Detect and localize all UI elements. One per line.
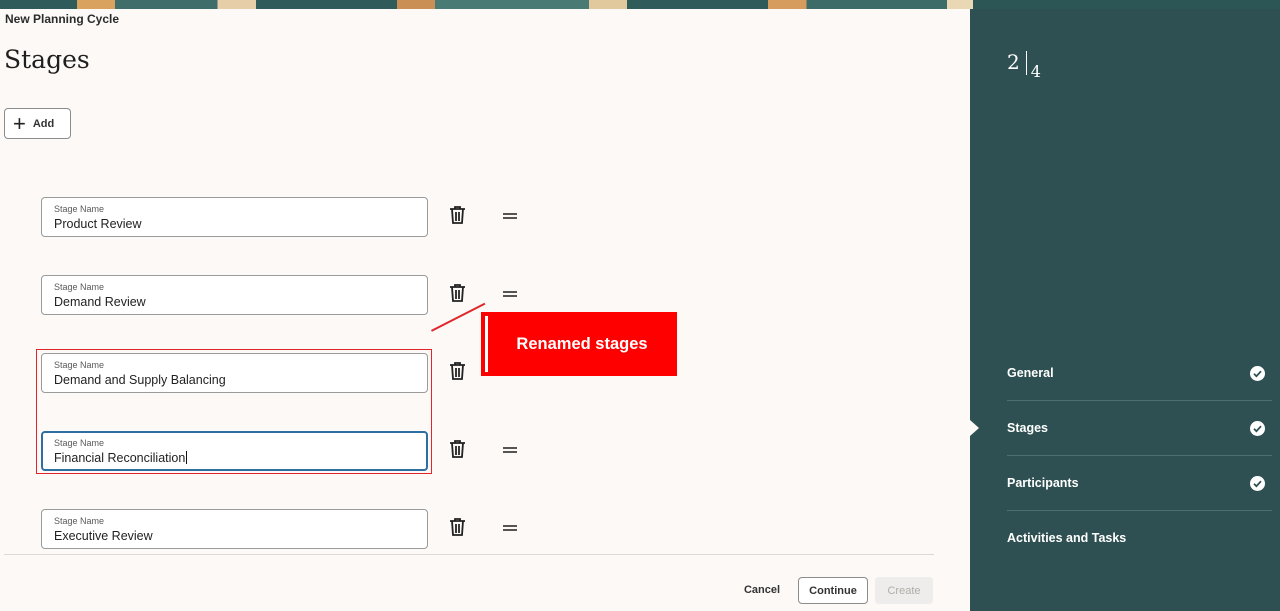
stage-name-field[interactable]: Stage Name Product Review (41, 197, 428, 237)
add-button-label: Add (32, 117, 55, 130)
field-label: Stage Name (54, 282, 105, 292)
stage-row: Stage Name Product Review (41, 197, 561, 237)
step-general[interactable]: General (1007, 346, 1272, 401)
drag-handle-icon[interactable] (503, 445, 517, 453)
step-participants[interactable]: Participants (1007, 456, 1272, 511)
stage-name-field[interactable]: Stage Name Executive Review (41, 509, 428, 549)
field-value: Demand Review (54, 295, 146, 309)
stage-row: Stage Name Executive Review (41, 509, 561, 549)
stage-name-field[interactable]: Stage Name Demand Review (41, 275, 428, 315)
progress-panel: 24 General Stages Participants Activitie… (970, 9, 1280, 611)
trash-icon[interactable] (449, 439, 466, 459)
step-stages[interactable]: Stages (1007, 401, 1272, 456)
breadcrumb: New Planning Cycle (5, 12, 120, 26)
checkmark-icon (1250, 420, 1265, 436)
step-activities-and-tasks[interactable]: Activities and Tasks (1007, 511, 1272, 565)
main-content: New Planning Cycle Stages + Add Stage Na… (0, 9, 970, 611)
trash-icon[interactable] (449, 517, 466, 537)
trash-icon[interactable] (449, 205, 466, 225)
callout-label: Renamed stages (481, 312, 677, 376)
field-value: Product Review (54, 217, 142, 231)
step-separator (1025, 51, 1027, 75)
step-counter: 24 (1007, 50, 1041, 81)
add-button[interactable]: + Add (4, 108, 71, 139)
plus-icon: + (13, 110, 26, 136)
total-steps: 4 (1030, 62, 1041, 81)
decorative-banner (0, 0, 1280, 9)
cancel-button[interactable]: Cancel (736, 576, 788, 604)
drag-handle-icon[interactable] (503, 289, 517, 297)
page-title: Stages (4, 45, 90, 74)
step-label: General (1007, 366, 1054, 380)
step-label: Activities and Tasks (1007, 531, 1127, 545)
callout-text: Renamed stages (516, 334, 648, 353)
checkmark-icon (1250, 475, 1265, 491)
current-step: 2 (1007, 50, 1020, 74)
current-step-pointer-icon (970, 420, 979, 436)
field-value: Executive Review (54, 529, 153, 543)
continue-button[interactable]: Continue (798, 577, 868, 604)
field-label: Stage Name (54, 204, 105, 214)
stage-row: Stage Name Demand Review (41, 275, 561, 315)
drag-handle-icon[interactable] (503, 211, 517, 219)
trash-icon[interactable] (449, 283, 466, 303)
step-label: Participants (1007, 476, 1079, 490)
footer-divider (4, 554, 934, 555)
checkmark-icon (1250, 365, 1265, 381)
drag-handle-icon[interactable] (503, 523, 517, 531)
create-button: Create (875, 577, 933, 604)
step-label: Stages (1007, 421, 1048, 435)
trash-icon[interactable] (449, 361, 466, 381)
highlight-box (36, 349, 432, 474)
field-label: Stage Name (54, 516, 105, 526)
